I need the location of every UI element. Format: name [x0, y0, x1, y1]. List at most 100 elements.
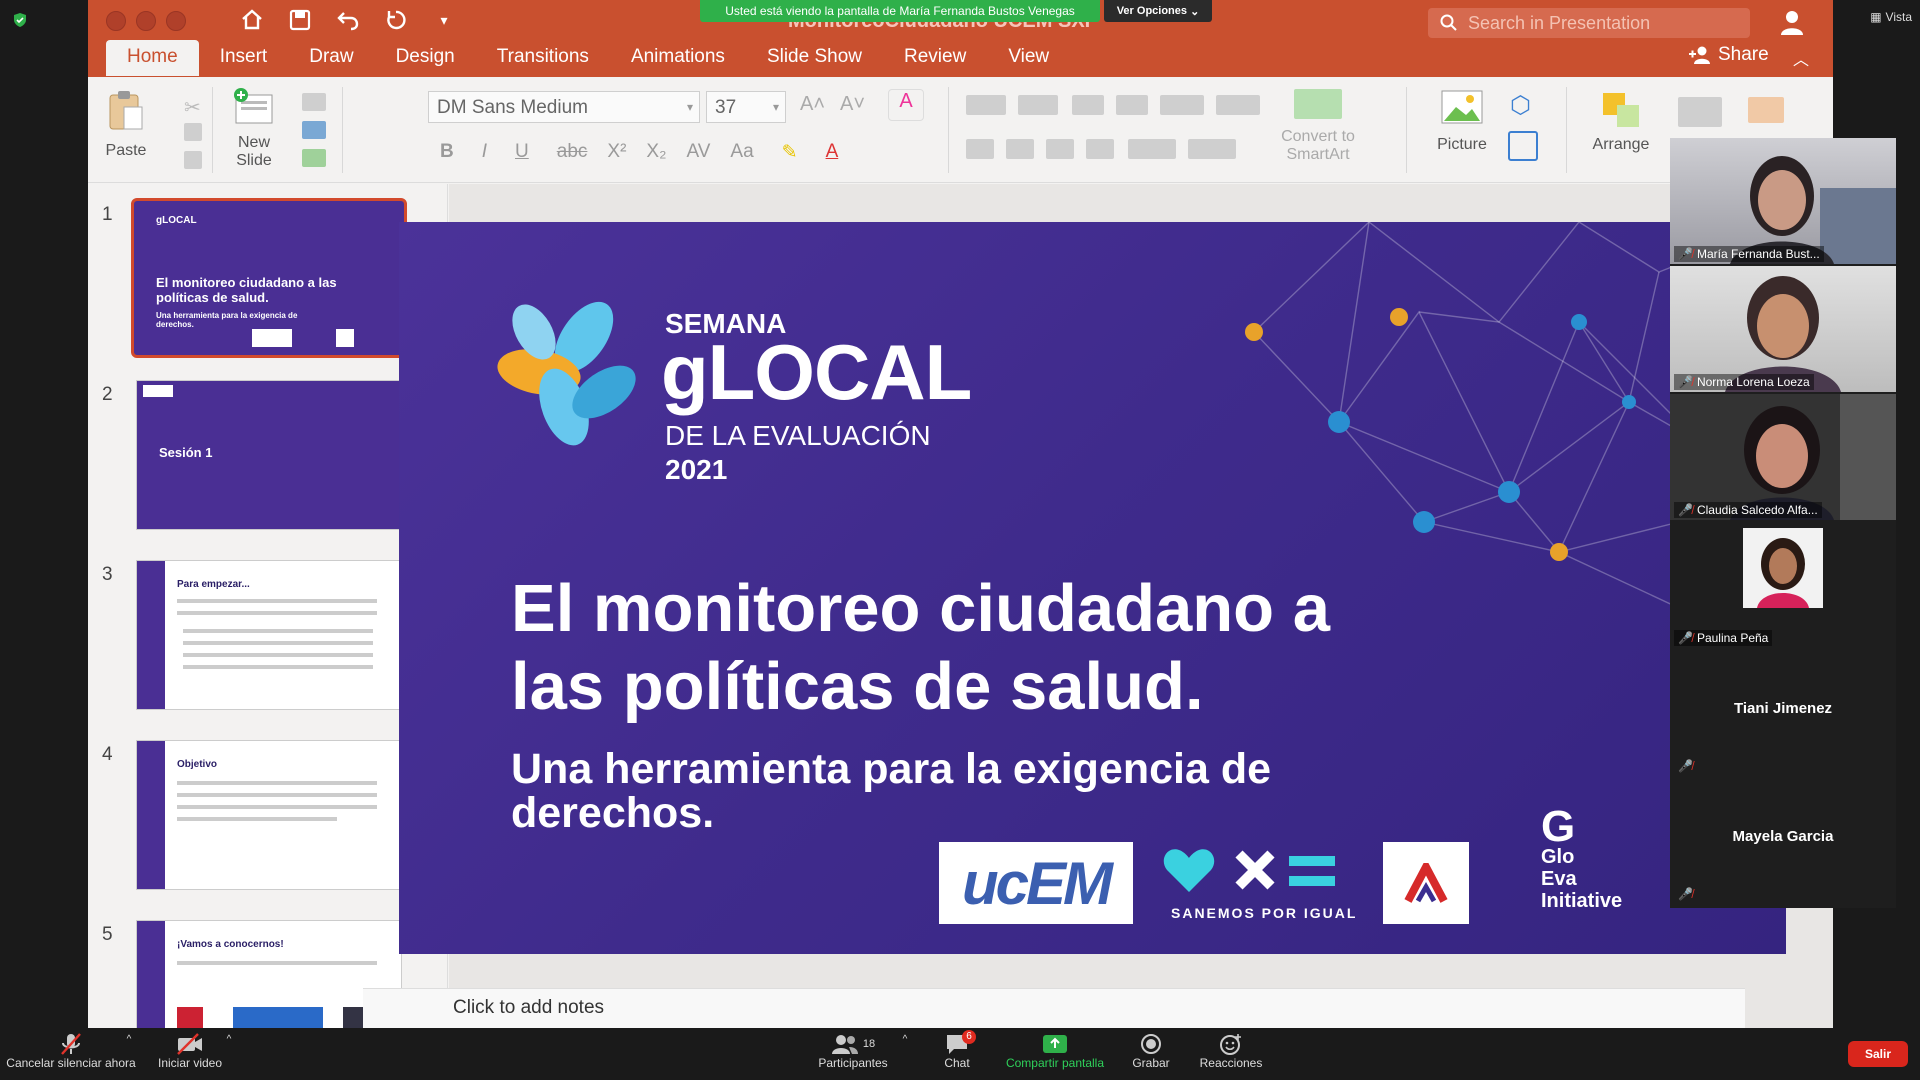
unmute-button[interactable]: Cancelar silenciar ahora: [6, 1032, 136, 1070]
participant-tile[interactable]: Mayela Garcia 🎤̸: [1670, 778, 1896, 904]
section-icon[interactable]: [302, 149, 326, 167]
numbering-icon[interactable]: [1018, 95, 1058, 115]
participant-tile[interactable]: 🎤̸ Norma Lorena Loeza: [1670, 266, 1896, 392]
reset-icon[interactable]: [302, 121, 326, 139]
format-painter-icon[interactable]: [184, 151, 202, 169]
participant-tile[interactable]: Tiani Jimenez 🎤̸: [1670, 650, 1896, 776]
superscript-icon[interactable]: X²: [607, 141, 626, 164]
decrease-indent-icon[interactable]: [1072, 95, 1104, 115]
notes-pane[interactable]: Click to add notes: [363, 988, 1745, 1028]
tab-animations[interactable]: Animations: [610, 40, 746, 76]
bullets-icon[interactable]: [966, 95, 1006, 115]
font-family-select[interactable]: DM Sans Medium ▾: [428, 91, 700, 123]
tab-transitions[interactable]: Transitions: [476, 40, 610, 76]
slide-title: El monitoreo ciudadano a las políticas d…: [511, 570, 1330, 726]
save-icon[interactable]: [286, 6, 314, 34]
audio-options-caret[interactable]: ^: [122, 1034, 136, 1045]
minimize-window-button[interactable]: [136, 11, 156, 31]
shapes-icon[interactable]: ⬡: [1510, 91, 1531, 120]
copy-icon[interactable]: [184, 123, 202, 141]
font-color-icon[interactable]: A: [826, 141, 839, 164]
picture-button[interactable]: Picture: [1424, 89, 1500, 154]
account-icon[interactable]: [1778, 8, 1806, 36]
tab-design[interactable]: Design: [375, 40, 476, 76]
align-left-icon[interactable]: [966, 139, 994, 159]
columns-icon[interactable]: [1216, 95, 1260, 115]
quick-styles-icon[interactable]: [1678, 97, 1722, 127]
participant-tile[interactable]: 🎤̸ Claudia Salcedo Alfa...: [1670, 394, 1896, 520]
justify-icon[interactable]: [1086, 139, 1114, 159]
char-spacing-icon[interactable]: AV: [686, 141, 710, 164]
text-direction-icon[interactable]: [1128, 139, 1176, 159]
reactions-button[interactable]: Reacciones: [1196, 1032, 1266, 1070]
subscript-icon[interactable]: X₂: [646, 141, 666, 164]
decrease-font-icon[interactable]: A˅: [840, 93, 865, 116]
participants-button[interactable]: 18 Participantes: [812, 1032, 894, 1070]
thumbnail-number: 1: [102, 204, 113, 225]
undo-icon[interactable]: [334, 6, 362, 34]
arrange-button[interactable]: Arrange: [1578, 89, 1664, 154]
participant-tile[interactable]: 🎤̸ Paulina Peña: [1670, 522, 1896, 648]
redo-icon[interactable]: [382, 6, 410, 34]
increase-indent-icon[interactable]: [1116, 95, 1148, 115]
clear-format-icon[interactable]: A: [888, 89, 924, 121]
tab-draw[interactable]: Draw: [288, 40, 374, 76]
slide-thumbnail-3[interactable]: Para empezar...: [136, 560, 402, 710]
tab-view[interactable]: View: [987, 40, 1070, 76]
textbox-icon[interactable]: [1508, 131, 1538, 161]
current-slide[interactable]: SEMANA gLOCAL DE LA EVALUACIÓN 2021 El m…: [399, 222, 1786, 954]
start-video-button[interactable]: Iniciar video: [150, 1032, 230, 1070]
share-button[interactable]: Share: [1688, 44, 1769, 66]
window-controls: [106, 11, 186, 31]
share-screen-button[interactable]: Compartir pantalla: [1000, 1032, 1110, 1070]
participant-tile[interactable]: 🎤̸ María Fernanda Bust...: [1670, 138, 1896, 264]
thumbnail-ucem-logo: [252, 329, 292, 347]
chat-unread-badge: 6: [962, 1030, 976, 1044]
home-icon[interactable]: [238, 6, 266, 34]
font-size-select[interactable]: 37 ▾: [706, 91, 786, 123]
tab-home[interactable]: Home: [106, 40, 199, 76]
line-spacing-icon[interactable]: [1160, 95, 1204, 115]
view-button[interactable]: ▦ Vista: [1870, 10, 1912, 24]
align-right-icon[interactable]: [1046, 139, 1074, 159]
tab-insert[interactable]: Insert: [199, 40, 289, 76]
bold-icon[interactable]: B: [440, 141, 454, 164]
record-label: Grabar: [1132, 1056, 1170, 1070]
collapse-ribbon-icon[interactable]: ︿: [1793, 46, 1809, 70]
thumbnail-text-line: [177, 793, 377, 797]
participants-options-caret[interactable]: ^: [898, 1034, 912, 1045]
tab-slide-show[interactable]: Slide Show: [746, 40, 883, 76]
increase-font-icon[interactable]: A˄: [800, 93, 825, 116]
underline-icon[interactable]: U: [515, 141, 529, 164]
cut-icon[interactable]: ✂: [184, 95, 202, 119]
align-text-icon[interactable]: [1188, 139, 1236, 159]
align-center-icon[interactable]: [1006, 139, 1034, 159]
close-window-button[interactable]: [106, 11, 126, 31]
italic-icon[interactable]: I: [482, 141, 487, 164]
search-presentation-input[interactable]: Search in Presentation: [1428, 8, 1750, 38]
new-slide-icon: [234, 88, 273, 124]
slide-thumbnail-2[interactable]: Sesión 1: [136, 380, 402, 530]
maximize-window-button[interactable]: [166, 11, 186, 31]
chat-button[interactable]: Chat 6: [932, 1030, 982, 1070]
strikethrough-icon[interactable]: abc: [557, 141, 588, 164]
video-off-icon: [177, 1033, 202, 1055]
tab-review[interactable]: Review: [883, 40, 987, 76]
security-shield-icon[interactable]: [12, 12, 28, 28]
convert-smartart-button[interactable]: Convert to SmartArt: [1270, 89, 1366, 164]
leave-meeting-button[interactable]: Salir: [1848, 1041, 1908, 1067]
shape-fill-icon[interactable]: [1748, 97, 1784, 123]
new-slide-button[interactable]: New Slide: [224, 87, 284, 170]
customize-toolbar-icon[interactable]: ▾: [430, 6, 458, 34]
view-options-button[interactable]: Ver Opciones ⌄: [1104, 0, 1212, 22]
layout-icon[interactable]: [302, 93, 326, 111]
slide-thumbnail-1[interactable]: gLOCAL El monitoreo ciudadano a las polí…: [131, 198, 407, 358]
thumbnail-title: Sesión 1: [159, 445, 213, 460]
record-button[interactable]: Grabar: [1126, 1032, 1176, 1070]
paste-button[interactable]: Paste: [102, 89, 150, 160]
highlight-icon[interactable]: ✎: [782, 141, 798, 164]
change-case-icon[interactable]: Aa: [730, 141, 753, 164]
slide-thumbnail-4[interactable]: Objetivo: [136, 740, 402, 890]
video-options-caret[interactable]: ^: [222, 1034, 236, 1045]
thumbnail-number: 5: [102, 924, 113, 945]
